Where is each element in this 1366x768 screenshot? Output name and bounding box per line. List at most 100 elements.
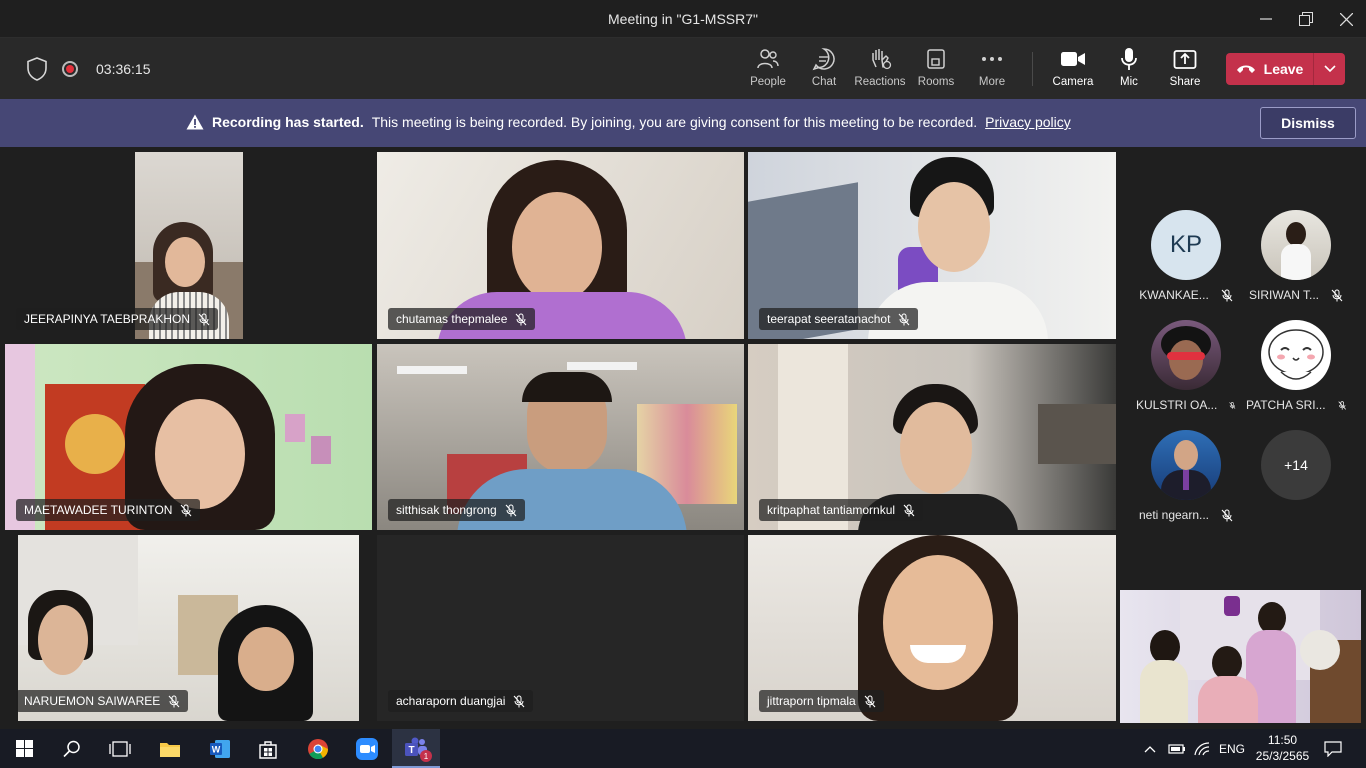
people-button[interactable]: People [738,46,798,94]
share-button[interactable]: Share [1155,46,1215,94]
participant-tile-acharaporn[interactable]: acharaporn duangjai [377,535,744,721]
meeting-toolbar: 03:36:15 People Chat Reactions Rooms Mor… [0,38,1366,99]
task-view-button[interactable] [96,729,144,768]
side-participant-patcha[interactable]: PATCHA SRI... [1246,320,1346,412]
leave-label: Leave [1263,61,1304,77]
hang-up-icon [1236,65,1255,73]
avatar-initials: KP [1169,231,1202,258]
minimize-button[interactable] [1246,0,1286,38]
input-language[interactable]: ENG [1219,729,1245,768]
leave-options-button[interactable] [1314,53,1345,85]
participant-name-tag: chutamas thepmalee [388,308,536,330]
participant-tile-jittraporn[interactable]: jittraporn tipmala [748,535,1116,721]
video-stage: JEERAPINYA TAEBPRAKHON chutamas thepmale… [0,147,1366,729]
file-explorer-button[interactable] [146,729,194,768]
avatar [1261,210,1331,280]
mic-off-icon [168,695,180,707]
clock-time: 11:50 [1267,733,1298,747]
participant-name-tag: MAETAWADEE TURINTON [16,499,201,521]
meeting-timer: 03:36:15 [96,61,151,77]
teams-button[interactable]: T 1 [392,729,440,768]
camera-button[interactable]: Camera [1043,46,1103,94]
shield-icon[interactable] [26,57,48,86]
start-button[interactable] [0,729,48,768]
chrome-icon [308,738,329,759]
chevron-up-icon [1144,745,1156,752]
svg-text:W: W [212,744,221,754]
self-view-video[interactable] [1120,590,1361,723]
mic-button[interactable]: Mic [1099,46,1159,94]
leave-button[interactable]: Leave [1226,53,1314,85]
search-icon [63,740,80,757]
people-label: People [750,76,786,88]
participant-name-tag: JEERAPINYA TAEBPRAKHON [16,308,219,330]
side-participant-siriwan[interactable]: SIRIWAN T... [1246,210,1346,302]
reactions-button[interactable]: Reactions [850,46,910,94]
svg-text:T: T [408,745,414,756]
reactions-icon [850,46,910,72]
mic-off-icon [1221,289,1233,301]
window-titlebar: Meeting in "G1-MSSR7" [0,0,1366,38]
participant-tile-sitthisak[interactable]: sitthisak thongrong [377,344,744,530]
participant-tile-maetawadee[interactable]: MAETAWADEE TURINTON [5,344,372,530]
maximize-button[interactable] [1286,0,1326,38]
zoom-icon [356,737,378,760]
show-hidden-icons-button[interactable] [1144,729,1156,768]
notifications-button[interactable] [1324,729,1342,768]
participant-tile-kritpaphat[interactable]: kritpaphat tantiamornkul [748,344,1116,530]
reactions-label: Reactions [854,76,906,88]
more-button[interactable]: More [962,46,1022,94]
zoom-button[interactable] [343,729,391,768]
chrome-button[interactable] [294,729,342,768]
avatar [1151,320,1221,390]
taskbar-search-button[interactable] [48,729,96,768]
taskbar-clock[interactable]: 11:50 25/3/2565 [1255,732,1310,764]
participant-name: KWANKAE... [1139,288,1209,302]
battery-icon [1168,743,1185,754]
participant-tile-teerapat[interactable]: teerapat seeratanachot [748,152,1116,339]
close-icon [1339,12,1353,26]
participant-tile-jeerapinya[interactable]: JEERAPINYA TAEBPRAKHON [5,152,372,339]
dismiss-button[interactable]: Dismiss [1260,107,1356,139]
participant-name: MAETAWADEE TURINTON [24,503,173,517]
close-button[interactable] [1326,0,1366,38]
share-label: Share [1169,76,1201,88]
rooms-button[interactable]: Rooms [906,46,966,94]
side-participant-kwankae[interactable]: KP KWANKAE... [1136,210,1236,302]
mic-off-icon [899,313,910,325]
overflow-count: +14 [1261,430,1331,500]
word-button[interactable]: W [196,729,244,768]
chat-button[interactable]: Chat [794,46,854,94]
side-participant-neti[interactable]: neti ngearn... [1136,430,1236,522]
participant-tile-chutamas[interactable]: chutamas thepmalee [377,152,744,339]
windows-logo-icon [15,740,33,757]
mic-off-icon [181,504,192,516]
participant-name: acharaporn duangjai [396,694,506,708]
wifi-icon [1194,741,1210,755]
store-button[interactable] [244,729,292,768]
avatar [1151,430,1221,500]
participant-tile-naruemon[interactable]: NARUEMON SAIWAREE [5,535,372,721]
privacy-policy-link[interactable]: Privacy policy [985,114,1071,130]
avatar [1261,320,1331,390]
mic-off-icon [514,695,525,707]
side-participant-kulstri[interactable]: KULSTRI OA... [1136,320,1236,412]
notification-center-icon [1324,740,1342,757]
share-icon [1155,46,1215,72]
participant-name: jittraporn tipmala [767,694,856,708]
participant-name: NARUEMON SAIWAREE [24,694,161,708]
participant-name: teerapat seeratanachot [767,312,891,326]
participant-name-tag: NARUEMON SAIWAREE [16,690,189,712]
participant-name-tag: jittraporn tipmala [759,690,884,712]
participant-name: KULSTRI OA... [1136,398,1218,412]
language-label: ENG [1219,741,1246,756]
participant-name-tag: teerapat seeratanachot [759,308,919,330]
network-status[interactable] [1194,729,1210,768]
mic-off-icon [1337,400,1346,410]
warning-icon [186,114,204,130]
banner-text: This meeting is being recorded. By joini… [371,114,978,130]
more-participants-button[interactable]: +14 [1246,430,1346,500]
avatar: KP [1151,210,1221,280]
participant-name: SIRIWAN T... [1248,288,1319,302]
battery-status[interactable] [1168,729,1186,768]
